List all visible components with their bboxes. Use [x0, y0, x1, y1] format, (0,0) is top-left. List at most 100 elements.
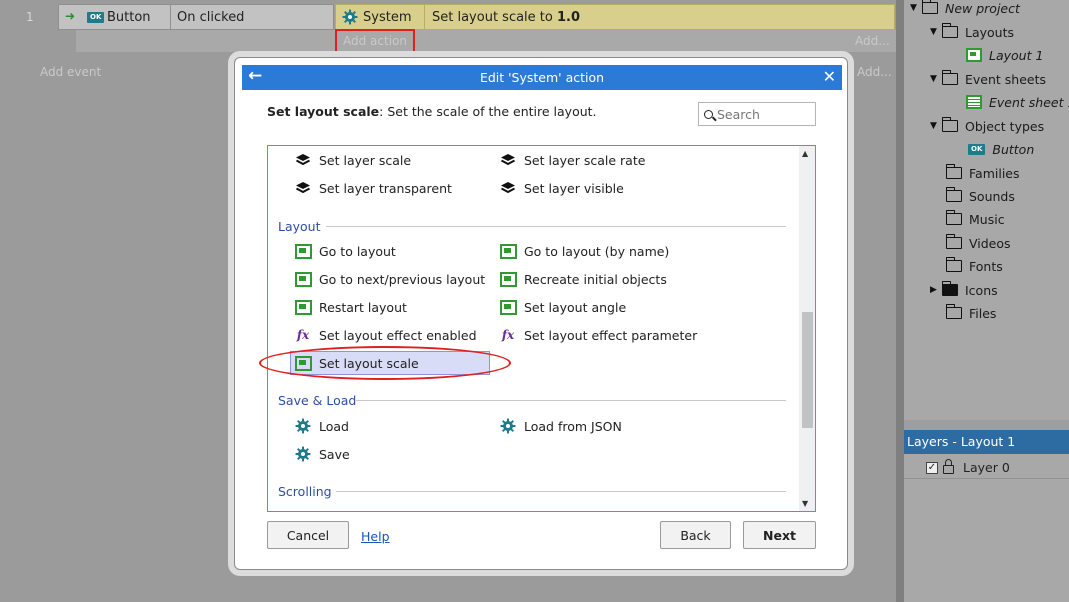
layers-icon	[294, 152, 312, 168]
tree-event-sheet-1[interactable]: Event sheet 1	[966, 92, 1069, 112]
layer-visible-checkbox[interactable]: ✓	[926, 461, 938, 474]
back-button[interactable]: Back	[660, 521, 731, 549]
section-divider	[336, 491, 786, 492]
folder-icon	[945, 210, 962, 225]
list-scrollbar[interactable]: ▲ ▼	[799, 146, 815, 511]
condition-text: On clicked	[177, 10, 245, 25]
list-item-set-layout-scale[interactable]: Set layout scale	[290, 351, 490, 375]
layer-row[interactable]: ✓ Layer 0	[904, 457, 1069, 479]
add-action-link[interactable]: Add action	[335, 29, 415, 53]
item-label: Set layer scale	[319, 152, 412, 168]
item-label: Restart layout	[319, 299, 407, 315]
tree-label: Layout 1	[989, 47, 1044, 63]
tree-icons[interactable]: ▶ Icons	[930, 280, 998, 300]
tree-new-project[interactable]: ▼ New project	[910, 0, 1020, 18]
scroll-down-icon[interactable]: ▼	[802, 499, 808, 508]
next-button[interactable]: Next	[743, 521, 816, 549]
search-input[interactable]	[717, 106, 807, 122]
expand-arrow-icon[interactable]: ▶	[930, 285, 942, 295]
add-event-link[interactable]: Add event	[40, 65, 101, 79]
list-item-set-layer-scale[interactable]: Set layer scale	[294, 149, 411, 171]
tree-music[interactable]: Music	[945, 209, 1005, 229]
item-label: Save	[319, 446, 350, 462]
list-item-load-from-json[interactable]: Load from JSON	[499, 415, 622, 437]
effect-fx-icon: fx	[501, 328, 515, 342]
panel-splitter[interactable]	[896, 0, 904, 602]
tree-sounds[interactable]: Sounds	[945, 186, 1015, 206]
list-item-set-layer-visible[interactable]: Set layer visible	[499, 177, 624, 199]
item-label: Set layout scale	[319, 355, 419, 371]
system-gear-icon	[342, 9, 358, 29]
list-item-go-to-next-previous-layout[interactable]: Go to next/previous layout	[294, 268, 485, 290]
folder-icon	[945, 304, 962, 319]
tree-label: New project	[945, 0, 1020, 16]
add-more-link[interactable]: Add...	[855, 34, 890, 48]
folder-icon	[945, 257, 962, 272]
search-box[interactable]	[698, 102, 816, 126]
section-label: Save & Load	[278, 392, 357, 408]
tree-label: Object types	[965, 118, 1045, 134]
help-link[interactable]: Help	[361, 529, 390, 544]
action-separator	[424, 5, 425, 29]
tree-button-object[interactable]: OK Button	[968, 139, 1034, 159]
layout-icon	[294, 355, 312, 371]
folder-icon	[921, 0, 938, 14]
item-label: Set layout effect parameter	[524, 327, 698, 343]
tree-layout-1[interactable]: Layout 1	[966, 45, 1043, 65]
action-object-name: System	[363, 10, 412, 25]
action-value: 1.0	[557, 10, 581, 25]
list-item-set-layer-scale-rate[interactable]: Set layer scale rate	[499, 149, 645, 171]
list-item-save[interactable]: Save	[294, 443, 350, 465]
tree-layouts[interactable]: ▼ Layouts	[930, 22, 1014, 42]
list-item-go-to-layout[interactable]: Go to layout	[294, 240, 396, 262]
tree-fonts[interactable]: Fonts	[945, 256, 1003, 276]
layers-icon	[499, 152, 517, 168]
event-condition[interactable]: ➜ OK Button On clicked	[58, 4, 334, 30]
description-title: Set layout scale	[267, 104, 380, 119]
action-prefix: Set layout scale to	[432, 10, 557, 25]
close-icon[interactable]: ✕	[823, 67, 836, 86]
list-item-go-to-layout-by-name[interactable]: Go to layout (by name)	[499, 240, 669, 262]
lock-icon[interactable]	[943, 459, 954, 474]
event-number: 1	[26, 10, 34, 24]
list-item-set-layer-transparent[interactable]: Set layer transparent	[294, 177, 452, 199]
layout-icon	[294, 299, 312, 315]
tree-event-sheets[interactable]: ▼ Event sheets	[930, 69, 1046, 89]
action-text: Set layout scale to 1.0	[432, 10, 580, 25]
event-row[interactable]: 1 ➜ OK Button On clicked System Set layo…	[0, 4, 896, 30]
cancel-button[interactable]: Cancel	[267, 521, 349, 549]
button-object-icon: OK	[87, 12, 105, 23]
folder-icon	[941, 23, 958, 38]
collapse-arrow-icon[interactable]: ▼	[930, 74, 942, 84]
list-item-set-layout-effect-enabled[interactable]: fx Set layout effect enabled	[294, 324, 477, 346]
event-action[interactable]: System Set layout scale to 1.0	[335, 4, 895, 30]
scroll-up-icon[interactable]: ▲	[802, 149, 808, 158]
tree-label: Event sheets	[965, 71, 1047, 87]
item-label: Load from JSON	[524, 418, 622, 434]
folder-icon	[945, 164, 962, 179]
tree-families[interactable]: Families	[945, 163, 1020, 183]
list-item-set-layout-angle[interactable]: Set layout angle	[499, 296, 626, 318]
tree-files[interactable]: Files	[945, 303, 996, 323]
scrollbar-thumb[interactable]	[802, 312, 813, 428]
layout-icon	[294, 271, 312, 287]
item-label: Set layer transparent	[319, 180, 452, 196]
tree-videos[interactable]: Videos	[945, 233, 1011, 253]
tree-label: Button	[992, 141, 1035, 157]
add-more-link-2[interactable]: Add...	[857, 65, 892, 79]
collapse-arrow-icon[interactable]: ▼	[910, 3, 922, 13]
action-list[interactable]: Set layer scale Set layer scale rate Set…	[267, 145, 816, 512]
collapse-arrow-icon[interactable]: ▼	[930, 27, 942, 37]
collapse-arrow-icon[interactable]: ▼	[930, 121, 942, 131]
section-scrolling: Scrolling	[278, 482, 786, 500]
list-item-set-layout-effect-parameter[interactable]: fx Set layout effect parameter	[499, 324, 697, 346]
list-item-load[interactable]: Load	[294, 415, 349, 437]
add-action-row	[76, 30, 896, 52]
item-label: Set layout angle	[524, 299, 627, 315]
item-label: Set layout effect enabled	[319, 327, 477, 343]
list-item-restart-layout[interactable]: Restart layout	[294, 296, 407, 318]
item-label: Load	[319, 418, 349, 434]
list-item-recreate-initial-objects[interactable]: Recreate initial objects	[499, 268, 667, 290]
section-divider	[356, 400, 786, 401]
tree-object-types[interactable]: ▼ Object types	[930, 116, 1044, 136]
